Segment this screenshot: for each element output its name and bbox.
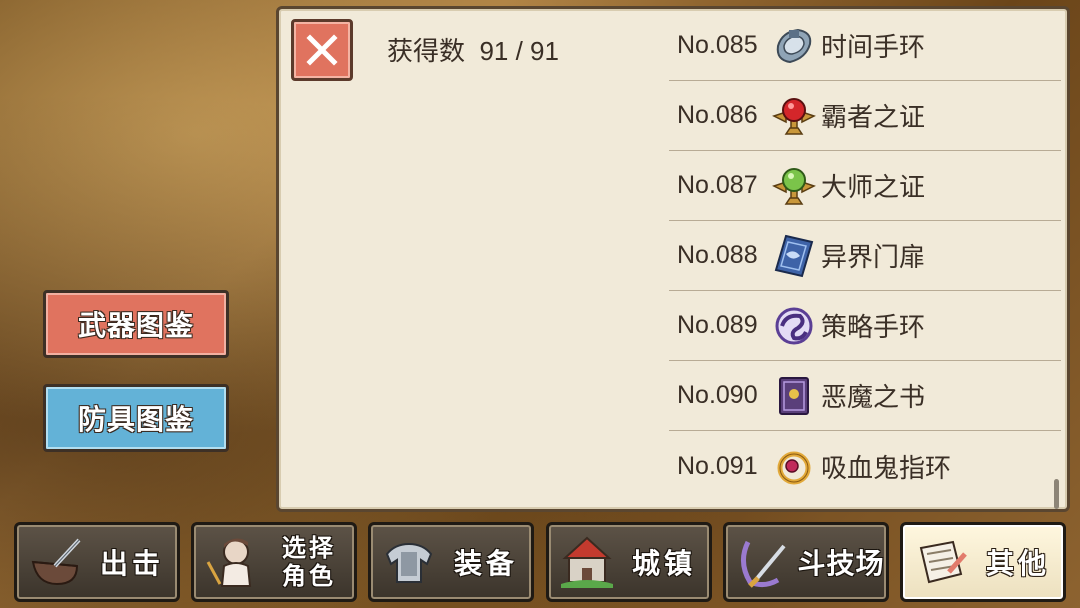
nav-label: 装备 <box>453 547 518 580</box>
nav-other[interactable]: 其他 <box>900 522 1066 602</box>
nav-label: 其他 <box>985 547 1050 580</box>
list-item[interactable]: No.087 大师之证 <box>669 151 1061 221</box>
bottom-nav: 出击 选择 角色 装备 城镇 斗技场 其他 <box>14 522 1070 602</box>
list-item[interactable]: No.089 策略手环 <box>669 291 1061 361</box>
sortie-icon <box>23 530 87 594</box>
nav-sortie[interactable]: 出击 <box>14 522 180 602</box>
character-icon <box>200 530 264 594</box>
item-name: 异界门扉 <box>821 243 926 273</box>
item-number: No.087 <box>677 171 758 199</box>
nav-label: 城镇 <box>631 547 696 580</box>
nav-equipment[interactable]: 装备 <box>368 522 534 602</box>
nav-label: 斗技场 <box>797 547 885 580</box>
list-item[interactable]: No.090 恶魔之书 <box>669 361 1061 431</box>
close-icon <box>306 34 338 66</box>
item-number: No.086 <box>677 101 758 129</box>
item-name: 大师之证 <box>821 173 926 203</box>
portal-card-icon <box>771 233 817 279</box>
demon-book-icon <box>771 373 817 419</box>
item-number: No.091 <box>677 451 758 480</box>
item-name: 时间手环 <box>821 33 926 63</box>
nav-select-character[interactable]: 选择 角色 <box>191 522 357 602</box>
list-item[interactable]: No.091 吸血鬼指环 <box>669 431 1061 501</box>
item-number: No.089 <box>677 311 758 339</box>
list-item[interactable]: No.088 异界门扉 <box>669 221 1061 291</box>
list-item[interactable]: No.086 霸者之证 <box>669 81 1061 151</box>
armor-icon <box>377 530 441 594</box>
castle-icon <box>555 530 619 594</box>
weapon-book-button[interactable]: 武器图鉴 <box>43 290 229 358</box>
obtained-count: 获得数 91 / 91 <box>387 36 559 66</box>
item-number: No.085 <box>677 31 758 59</box>
bracelet-icon <box>771 23 817 69</box>
nav-label: 选择 角色 <box>264 534 354 590</box>
swirl-bracelet-icon <box>771 303 817 349</box>
nav-label: 出击 <box>99 547 164 580</box>
nav-label-line1: 选择 <box>282 534 336 562</box>
scroll-icon <box>909 530 973 594</box>
item-name: 霸者之证 <box>821 103 926 133</box>
scrollbar[interactable] <box>1054 479 1059 509</box>
arena-icon <box>732 530 796 594</box>
list-item[interactable]: No.085 时间手环 <box>669 11 1061 81</box>
item-name: 恶魔之书 <box>821 383 926 413</box>
item-number: No.090 <box>677 381 758 409</box>
item-name: 策略手环 <box>821 313 926 343</box>
red-emblem-icon <box>771 93 817 139</box>
item-number: No.088 <box>677 241 758 269</box>
vampire-ring-icon <box>771 443 817 489</box>
collection-panel: 获得数 91 / 91 No.085 时间手环 No.086 霸者之证 No.0… <box>276 6 1070 512</box>
green-emblem-icon <box>771 163 817 209</box>
item-list[interactable]: No.085 时间手环 No.086 霸者之证 No.087 大师之证 No.0… <box>669 11 1061 501</box>
nav-town[interactable]: 城镇 <box>546 522 712 602</box>
close-button[interactable] <box>291 19 353 81</box>
nav-arena[interactable]: 斗技场 <box>723 522 889 602</box>
nav-label-line2: 角色 <box>282 562 336 590</box>
armor-book-button[interactable]: 防具图鉴 <box>43 384 229 452</box>
item-name: 吸血鬼指环 <box>821 453 952 484</box>
